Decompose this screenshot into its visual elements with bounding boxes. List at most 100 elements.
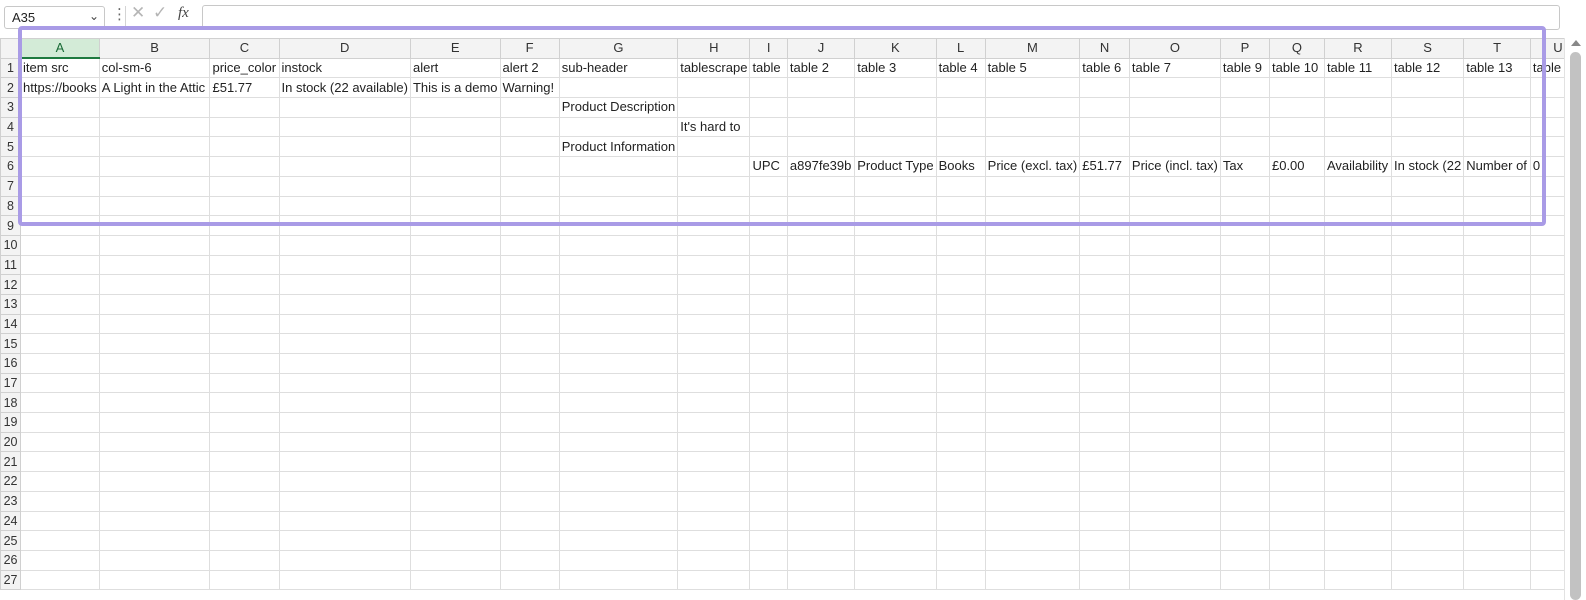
cell-g19[interactable] (558, 412, 679, 433)
cell-o23[interactable] (1128, 490, 1221, 512)
cell-q2[interactable] (1268, 77, 1325, 99)
cell-m8[interactable] (984, 195, 1081, 217)
row-header[interactable]: 3 (0, 97, 22, 118)
cell-b26[interactable] (98, 549, 211, 571)
cell-m14[interactable] (984, 313, 1081, 335)
cell-q19[interactable] (1268, 412, 1325, 433)
cell-k16[interactable] (854, 353, 937, 374)
cell-n21[interactable] (1079, 451, 1130, 473)
cell-s16[interactable] (1391, 353, 1465, 374)
cell-f3[interactable] (499, 97, 560, 118)
cell-a9[interactable] (20, 215, 100, 236)
cell-n23[interactable] (1079, 490, 1130, 512)
cell-a21[interactable] (20, 451, 100, 473)
cell-d22[interactable] (278, 471, 411, 492)
cell-d9[interactable] (278, 215, 411, 236)
cell-o20[interactable] (1128, 431, 1221, 453)
cell-m3[interactable] (984, 97, 1081, 118)
row-header[interactable]: 11 (0, 254, 22, 276)
cell-n24[interactable] (1079, 510, 1130, 532)
cell-m25[interactable] (984, 530, 1081, 551)
cell-i9[interactable] (749, 215, 788, 236)
cell-k26[interactable] (854, 549, 937, 571)
cell-e7[interactable] (409, 175, 501, 197)
cell-e9[interactable] (409, 215, 501, 236)
cell-n27[interactable] (1079, 569, 1130, 591)
cell-m23[interactable] (984, 490, 1081, 512)
cell-t13[interactable] (1463, 293, 1531, 315)
cell-o13[interactable] (1128, 293, 1221, 315)
cell-l26[interactable] (935, 549, 986, 571)
cell-f16[interactable] (499, 353, 560, 374)
cell-h16[interactable] (677, 353, 751, 374)
cell-p5[interactable] (1219, 136, 1270, 158)
cell-t20[interactable] (1463, 431, 1531, 453)
cell-r14[interactable] (1323, 313, 1393, 335)
cell-m13[interactable] (984, 293, 1081, 315)
cell-b24[interactable] (98, 510, 211, 532)
cell-k2[interactable] (854, 77, 937, 99)
cell-j23[interactable] (786, 490, 856, 512)
cell-t27[interactable] (1463, 569, 1531, 591)
cell-n12[interactable] (1079, 274, 1130, 295)
cell-n15[interactable] (1079, 333, 1130, 354)
cell-l2[interactable] (935, 77, 986, 99)
cell-j16[interactable] (786, 353, 856, 374)
cell-c19[interactable] (209, 412, 280, 433)
cell-l7[interactable] (935, 175, 986, 197)
cell-s14[interactable] (1391, 313, 1465, 335)
cell-s18[interactable] (1391, 392, 1465, 414)
cell-f2[interactable]: Warning! (499, 77, 560, 99)
cell-o21[interactable] (1128, 451, 1221, 473)
cell-f27[interactable] (499, 569, 560, 591)
cell-b12[interactable] (98, 274, 211, 295)
cell-e11[interactable] (409, 254, 501, 276)
cell-g11[interactable] (558, 254, 679, 276)
cell-c8[interactable] (209, 195, 280, 217)
cell-d11[interactable] (278, 254, 411, 276)
cell-c7[interactable] (209, 175, 280, 197)
row-header[interactable]: 17 (0, 372, 22, 394)
cell-i14[interactable] (749, 313, 788, 335)
cell-h24[interactable] (677, 510, 751, 532)
cell-r26[interactable] (1323, 549, 1393, 571)
row-header[interactable]: 4 (0, 116, 22, 138)
row-header[interactable]: 23 (0, 490, 22, 512)
cell-q1[interactable]: table 10 (1268, 57, 1325, 79)
cell-c4[interactable] (209, 116, 280, 138)
cell-p14[interactable] (1219, 313, 1270, 335)
cell-k14[interactable] (854, 313, 937, 335)
cell-n9[interactable] (1079, 215, 1130, 236)
cell-s9[interactable] (1391, 215, 1465, 236)
cell-g14[interactable] (558, 313, 679, 335)
cell-t4[interactable] (1463, 116, 1531, 138)
cell-i5[interactable] (749, 136, 788, 158)
cell-d19[interactable] (278, 412, 411, 433)
cell-i21[interactable] (749, 451, 788, 473)
cell-g7[interactable] (558, 175, 679, 197)
cell-s23[interactable] (1391, 490, 1465, 512)
cell-o3[interactable] (1128, 97, 1221, 118)
cell-n5[interactable] (1079, 136, 1130, 158)
cell-p2[interactable] (1219, 77, 1270, 99)
cell-t5[interactable] (1463, 136, 1531, 158)
cell-k12[interactable] (854, 274, 937, 295)
cell-c13[interactable] (209, 293, 280, 315)
cell-r27[interactable] (1323, 569, 1393, 591)
cell-q26[interactable] (1268, 549, 1325, 571)
cell-f5[interactable] (499, 136, 560, 158)
cell-m1[interactable]: table 5 (984, 57, 1081, 79)
cell-s20[interactable] (1391, 431, 1465, 453)
cell-e23[interactable] (409, 490, 501, 512)
cell-k24[interactable] (854, 510, 937, 532)
cell-c23[interactable] (209, 490, 280, 512)
cell-m20[interactable] (984, 431, 1081, 453)
cell-j10[interactable] (786, 234, 856, 256)
cell-l14[interactable] (935, 313, 986, 335)
cell-p13[interactable] (1219, 293, 1270, 315)
cell-b19[interactable] (98, 412, 211, 433)
cell-j22[interactable] (786, 471, 856, 492)
cell-a12[interactable] (20, 274, 100, 295)
cell-h21[interactable] (677, 451, 751, 473)
column-header-l[interactable]: L (935, 38, 986, 59)
